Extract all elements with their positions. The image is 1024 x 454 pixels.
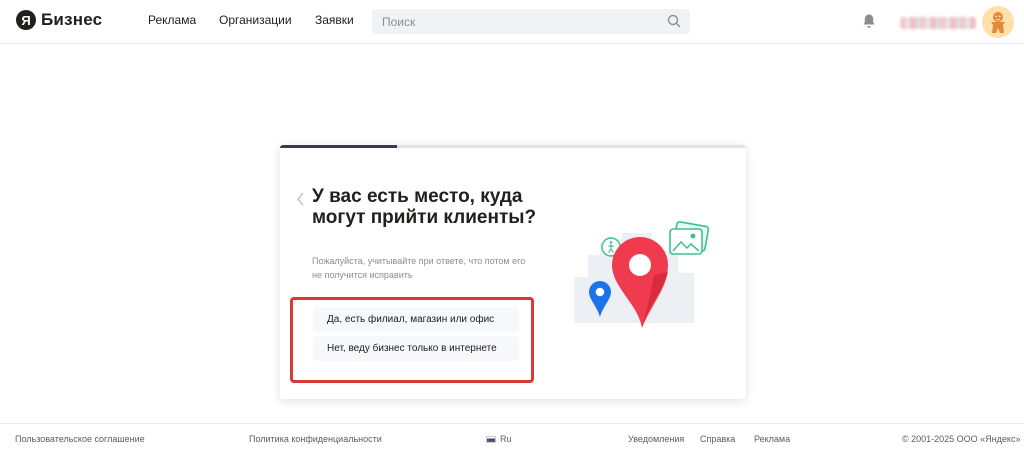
username-blurred[interactable] [900, 17, 976, 29]
logo-text: Бизнес [41, 10, 103, 29]
progress-bar [280, 145, 746, 148]
question-hint: Пожалуйста, учитывайте при ответе, что п… [312, 256, 526, 280]
option-online-only[interactable]: Нет, веду бизнес только в интернете [313, 336, 519, 361]
footer-help-link[interactable]: Справка [700, 434, 735, 444]
option-has-location[interactable]: Да, есть филиал, магазин или офис [313, 307, 519, 332]
gingerbread-avatar-icon [982, 6, 1014, 38]
yandex-business-logo[interactable]: Я Бизнес [16, 10, 102, 30]
language-label: Ru [500, 434, 512, 444]
back-chevron-icon[interactable] [295, 190, 307, 208]
nav-organizations[interactable]: Организации [219, 13, 292, 27]
language-switcher[interactable]: Ru [486, 434, 512, 444]
nav-advertising[interactable]: Реклама [148, 13, 196, 27]
search-input[interactable] [372, 9, 690, 34]
progress-fill [280, 145, 397, 148]
avatar[interactable] [982, 6, 1014, 38]
footer-privacy-link[interactable]: Политика конфиденциальности [249, 434, 382, 444]
question-title: У вас есть место, куда могут прийти клие… [312, 186, 537, 228]
bell-icon[interactable] [862, 13, 876, 29]
nav-requests[interactable]: Заявки [315, 13, 354, 27]
logo-mark: Я [16, 10, 36, 30]
photo-icon [669, 221, 710, 255]
footer: Пользовательское соглашение Политика кон… [0, 423, 1024, 454]
map-pins-illustration [574, 221, 710, 328]
footer-terms-link[interactable]: Пользовательское соглашение [15, 434, 145, 444]
russian-flag-icon [486, 435, 496, 443]
footer-copyright: © 2001-2025 ООО «Яндекс» [902, 434, 1021, 444]
footer-ads-link[interactable]: Реклама [754, 434, 790, 444]
footer-notifications-link[interactable]: Уведомления [628, 434, 684, 444]
top-header: Я Бизнес Реклама Организации Заявки [0, 0, 1024, 44]
search-icon[interactable] [667, 14, 681, 28]
